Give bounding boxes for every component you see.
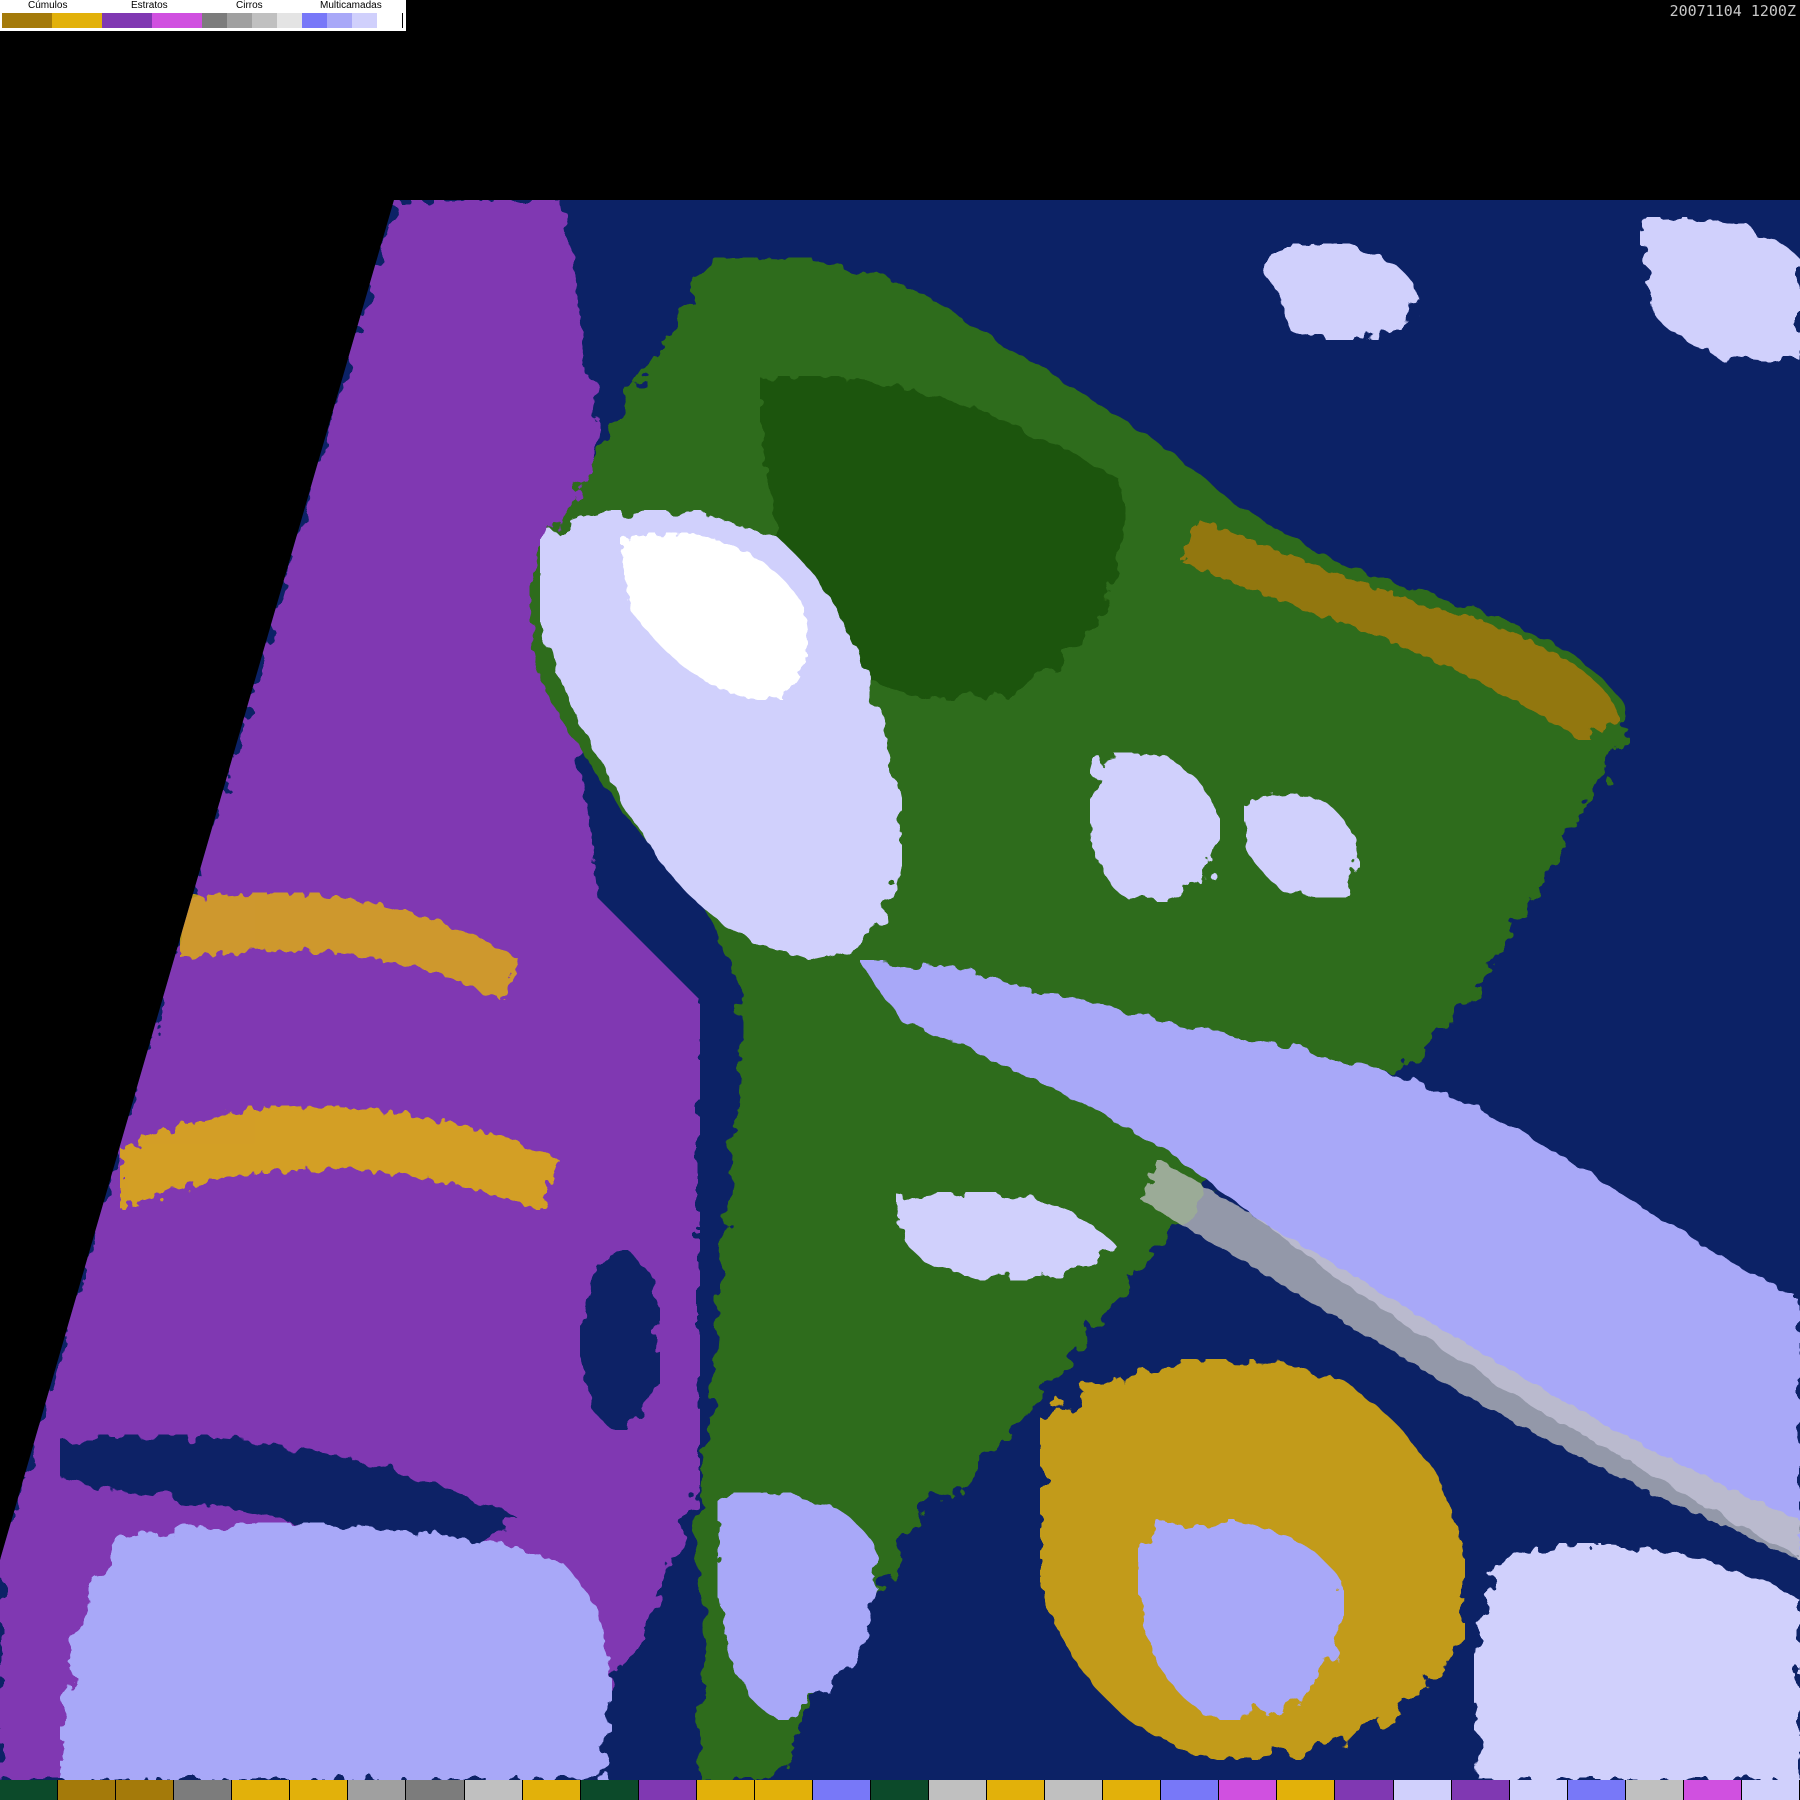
legend-swatch (377, 13, 403, 28)
legend-swatch (277, 13, 302, 28)
legend-swatch (2, 13, 52, 28)
bottom-bar-cell (1451, 1780, 1510, 1800)
bottom-bar-cell (1393, 1780, 1452, 1800)
legend-label-cirrus: Cirros (236, 0, 263, 11)
bottom-bar-cell (696, 1780, 755, 1800)
bottom-bar-cell (1277, 1780, 1336, 1800)
bottom-bar-cell (348, 1780, 407, 1800)
legend-swatch (327, 13, 352, 28)
legend-swatch (152, 13, 202, 28)
south-pacific-multilayer (60, 1522, 612, 1780)
legend-swatches (2, 13, 403, 28)
bottom-bar-cell (116, 1780, 175, 1800)
bottom-bar-cell (580, 1780, 639, 1800)
bottom-bar-cell (870, 1780, 929, 1800)
bottom-bar-cell (1161, 1780, 1220, 1800)
bottom-bar-cell (464, 1780, 523, 1800)
legend-swatch (302, 13, 327, 28)
bottom-bar-cell (0, 1780, 59, 1800)
legend-swatch (102, 13, 152, 28)
legend-swatch (252, 13, 277, 28)
bottom-bar-cell (812, 1780, 871, 1800)
bottom-bar-cell (754, 1780, 813, 1800)
legend-label-multilayer: Multicamadas (320, 0, 382, 11)
bottom-bar-cell (522, 1780, 581, 1800)
southeast-cloud-mass (1474, 1543, 1800, 1780)
bottom-bar-cell (1741, 1780, 1800, 1800)
bottom-bar-cell (1509, 1780, 1568, 1800)
legend-swatch (52, 13, 102, 28)
bottom-color-bar (0, 1780, 1800, 1800)
bottom-bar-cell (290, 1780, 349, 1800)
legend-label-cumulus: Cúmulos (28, 0, 68, 11)
bottom-bar-cell (232, 1780, 291, 1800)
legend-swatch (202, 13, 227, 28)
bottom-bar-cell (638, 1780, 697, 1800)
cloud-type-legend: Cúmulos Estratos Cirros Multicamadas (0, 0, 406, 31)
bottom-bar-cell (987, 1780, 1046, 1800)
legend-swatch (352, 13, 377, 28)
bottom-bar-cell (1683, 1780, 1742, 1800)
bottom-bar-cell (1335, 1780, 1394, 1800)
legend-label-stratus: Estratos (131, 0, 168, 11)
bottom-bar-cell (174, 1780, 233, 1800)
timestamp-label: 20071104 1200Z (1669, 2, 1796, 20)
bottom-bar-cell (929, 1780, 988, 1800)
bottom-bar-cell (406, 1780, 465, 1800)
bottom-bar-cell (1045, 1780, 1104, 1800)
bottom-bar-cell (1567, 1780, 1626, 1800)
pacific-clear-patch (580, 1250, 660, 1430)
bottom-bar-cell (1219, 1780, 1278, 1800)
bottom-bar-cell (1103, 1780, 1162, 1800)
bottom-bar-cell (1625, 1780, 1684, 1800)
satellite-cloud-map (0, 200, 1800, 1780)
legend-swatch (227, 13, 252, 28)
bottom-bar-cell (58, 1780, 117, 1800)
